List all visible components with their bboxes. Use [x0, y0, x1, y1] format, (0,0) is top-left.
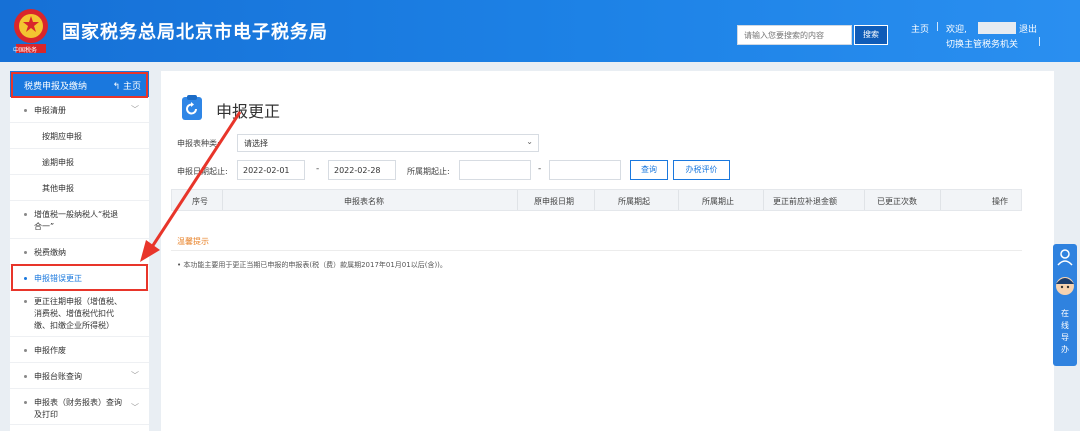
date-range-dash: -	[316, 164, 320, 174]
top-header: 中国税务 国家税务总局北京市电子税务局 搜索 主页 | 欢迎, 退出 切换主管税…	[0, 0, 1080, 62]
sidebar-item-label-line1: 更正往期申报（增值税、	[34, 297, 122, 306]
period-from-input[interactable]	[459, 160, 531, 180]
widget-label-char: 办	[1061, 345, 1069, 354]
column-divider	[222, 190, 223, 210]
date-to-input[interactable]: 2022-02-28	[328, 160, 396, 180]
column-header: 原申报日期	[534, 197, 574, 206]
tip-divider	[171, 250, 1022, 251]
refresh-document-icon	[182, 95, 202, 120]
period-range-dash: -	[538, 164, 542, 174]
bullet-icon	[24, 375, 27, 378]
date-label: 申报日期起止:	[177, 167, 228, 176]
results-table-header: 序号 申报表名称 原申报日期 所属期起 所属期止 更正前应补退金额 已更正次数 …	[171, 189, 1022, 211]
tip-title: 温馨提示	[177, 237, 209, 246]
column-header: 申报表名称	[344, 197, 384, 206]
bullet-icon	[24, 213, 27, 216]
sidebar-item-due-filing[interactable]: 按期应申报	[10, 123, 149, 149]
tip-text: • 本功能主要用于更正当期已申报的申报表(税（费）款属期2017年01月01以后…	[177, 261, 447, 269]
search-button[interactable]: 搜索	[854, 25, 888, 45]
logout-link[interactable]: 退出	[1019, 22, 1037, 35]
rate-service-button[interactable]: 办税评价	[673, 160, 730, 180]
sidebar-item-label: 税费缴纳	[34, 248, 66, 257]
home-link[interactable]: 主页	[911, 22, 929, 35]
sidebar-item-label-line2: 消费税、增值税代扣代	[34, 309, 114, 318]
chevron-down-icon: ⌄	[526, 137, 533, 146]
sidebar-item-void-filing[interactable]: 申报作废	[10, 337, 149, 363]
date-from-input[interactable]: 2022-02-01	[237, 160, 305, 180]
main-panel: 申报更正 申报表种类: 请选择 ⌄ 申报日期起止: 2022-02-01 - 2…	[161, 71, 1054, 431]
sidebar-item-label: 申报清册	[34, 106, 66, 115]
column-divider	[763, 190, 764, 210]
column-header: 序号	[192, 197, 208, 206]
column-header: 所属期止	[702, 197, 734, 206]
site-title: 国家税务总局北京市电子税务局	[62, 22, 328, 43]
column-divider	[594, 190, 595, 210]
sidebar-item-correct-past[interactable]: 更正往期申报（增值税、 消费税、增值税代扣代 缴、扣缴企业所得税）	[10, 291, 149, 337]
widget-label-char: 线	[1061, 321, 1069, 330]
bullet-icon	[24, 251, 27, 254]
column-divider	[678, 190, 679, 210]
assistant-avatar-icon	[1056, 277, 1074, 295]
switch-authority-link[interactable]: 切换主管税务机关	[946, 37, 1018, 50]
search-input[interactable]	[737, 25, 852, 45]
sidebar-item-label: 申报作废	[34, 346, 66, 355]
widget-label-char: 导	[1061, 333, 1069, 342]
period-to-input[interactable]	[549, 160, 621, 180]
sidebar-item-ledger-query[interactable]: 申报台账查询 ﹀	[10, 363, 149, 389]
highlight-box-header	[11, 72, 148, 98]
sidebar-item-overdue-filing[interactable]: 逾期申报	[10, 149, 149, 175]
sidebar-item-label-line2: 及打印	[34, 410, 58, 419]
bullet-icon	[24, 401, 27, 404]
welcome-text: 欢迎,	[946, 25, 967, 35]
bullet-icon	[24, 349, 27, 352]
header-separator-2: |	[1038, 37, 1042, 47]
column-divider	[940, 190, 941, 210]
sidebar-item-vat-refund[interactable]: 增值税一般纳税人“税退 合一”	[10, 201, 149, 239]
header-separator: |	[936, 22, 940, 32]
period-label: 所属期起止:	[407, 167, 450, 176]
sidebar-item-label: 其他申报	[42, 184, 74, 193]
column-header: 所属期起	[618, 197, 650, 206]
sidebar-item-label-line2: 合一”	[34, 222, 55, 231]
report-type-select[interactable]: 请选择 ⌄	[237, 134, 539, 152]
column-header: 已更正次数	[877, 197, 917, 206]
sidebar-item-other-filing[interactable]: 其他申报	[10, 175, 149, 201]
type-label: 申报表种类:	[177, 139, 220, 148]
sidebar-item-label-line1: 增值税一般纳税人“税退	[34, 210, 119, 219]
sidebar-item-label-line3: 缴、扣缴企业所得税）	[34, 321, 114, 330]
sidebar-item-tax-payment[interactable]: 税费缴纳	[10, 239, 149, 265]
highlight-box-correction	[11, 264, 148, 291]
query-button[interactable]: 查询	[630, 160, 668, 180]
emblem-caption: 中国税务	[13, 47, 38, 54]
sidebar-item-label: 申报台账查询	[34, 372, 82, 381]
chevron-down-icon[interactable]: ﹀	[131, 402, 139, 413]
bullet-icon	[24, 109, 27, 112]
column-header: 操作	[992, 197, 1008, 206]
report-type-value: 请选择	[244, 139, 268, 148]
online-guide-widget[interactable]: 在 线 导 办	[1053, 244, 1077, 366]
chevron-down-icon[interactable]: ﹀	[131, 104, 139, 115]
sidebar-item-label: 按期应申报	[42, 132, 82, 141]
bullet-icon	[24, 300, 27, 303]
sidebar-item-filing-list[interactable]: 申报清册 ﹀	[10, 97, 149, 123]
page-title: 申报更正	[216, 102, 281, 121]
column-divider	[517, 190, 518, 210]
sidebar: 税费申报及缴纳 ↰ 主页 申报清册 ﹀ 按期应申报 逾期申报 其他申报 增值税一…	[10, 71, 149, 431]
widget-label-char: 在	[1061, 309, 1069, 318]
sidebar-item-label-line1: 申报表（财务报表）查询	[34, 398, 122, 407]
column-divider	[864, 190, 865, 210]
column-header: 更正前应补退金额	[773, 197, 837, 206]
chevron-down-icon[interactable]: ﹀	[131, 370, 139, 381]
username-redacted	[978, 22, 1016, 34]
sidebar-item-label: 逾期申报	[42, 158, 74, 167]
sidebar-item-report-print[interactable]: 申报表（财务报表）查询 及打印 ﹀	[10, 389, 149, 425]
user-icon	[1057, 249, 1073, 266]
